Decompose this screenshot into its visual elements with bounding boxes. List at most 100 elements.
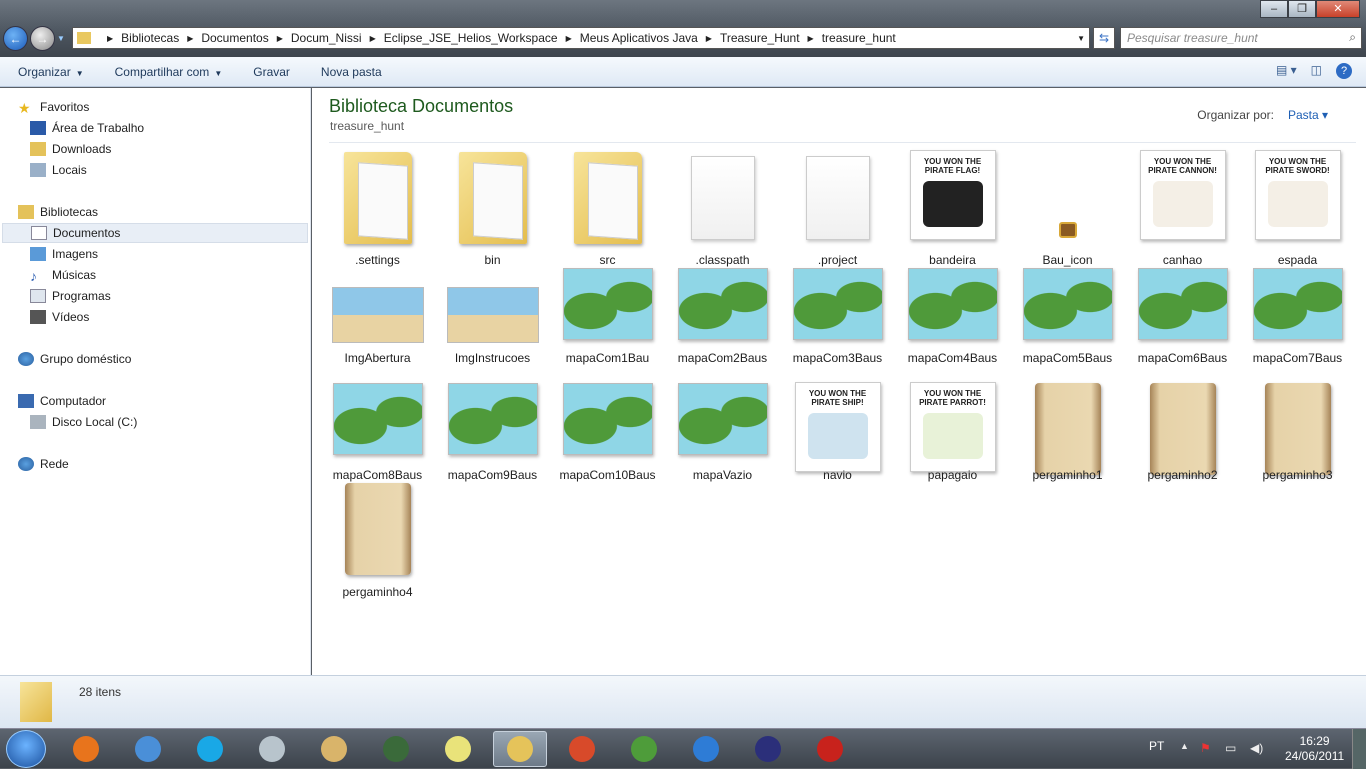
map-thumbnail (1137, 268, 1228, 340)
nav-music[interactable]: ♪ Músicas (30, 265, 96, 285)
nav-libraries[interactable]: Bibliotecas (18, 202, 98, 222)
nav-videos[interactable]: Vídeos (30, 307, 89, 327)
pirate-art-icon (807, 413, 868, 459)
skype-icon (197, 736, 223, 762)
maximize-button[interactable]: ❐ (1288, 0, 1316, 18)
breadcrumb-label: Docum_Nissi (290, 31, 362, 45)
organize-button[interactable]: Organizar ▼ (18, 65, 84, 79)
search-placeholder: Pesquisar treasure_hunt (1127, 31, 1258, 45)
gecko-icon (631, 736, 657, 762)
taskbar-itunes-button[interactable] (121, 731, 175, 767)
navigation-pane: ★ Favoritos Área de Trabalho Downloads Lo… (0, 88, 311, 675)
taskbar-eclipse-button[interactable] (741, 731, 795, 767)
item-count: 28 itens (79, 685, 122, 699)
breadcrumb-arrow-icon[interactable]: ▶ (107, 34, 113, 43)
nav-images[interactable]: Imagens (30, 244, 98, 264)
taskbar-terminal-button[interactable] (369, 731, 423, 767)
nav-computer[interactable]: Computador (18, 391, 106, 411)
thumbnail-caption: YOU WON THE PIRATE SHIP! (808, 389, 867, 407)
taskbar: PT ▲ ⚑ ▭ ◀) 16:29 24/06/2011 (0, 728, 1366, 769)
search-input[interactable]: Pesquisar treasure_hunt ⌕ (1120, 27, 1362, 49)
preview-pane-icon[interactable]: ◫ (1311, 63, 1322, 79)
file-name: espada (1277, 253, 1318, 267)
taskbar-globe-button[interactable] (555, 731, 609, 767)
show-hidden-icons-icon[interactable]: ▲ (1180, 741, 1189, 751)
file-list: Biblioteca Documentos treasure_hunt Orga… (312, 88, 1366, 675)
folder-icon (20, 682, 52, 722)
arrange-by-dropdown[interactable]: Pasta ▾ (1288, 108, 1328, 122)
nav-places[interactable]: Locais (30, 160, 87, 180)
nav-label: Documentos (53, 226, 121, 240)
breadcrumb-item[interactable]: ▶ Docum_Nissi (269, 31, 362, 45)
taskbar-paint-button[interactable] (307, 731, 361, 767)
nav-local-disk[interactable]: Disco Local (C:) (30, 412, 137, 432)
breadcrumb-arrow-icon[interactable]: ▶ (187, 34, 193, 43)
breadcrumb-arrow-icon[interactable]: ▶ (277, 34, 283, 43)
taskbar-firefox-button[interactable] (59, 731, 113, 767)
breadcrumb-item[interactable]: ▶ Meus Aplicativos Java (558, 31, 698, 45)
close-button[interactable]: ✕ (1316, 0, 1360, 18)
taskbar-adobe-reader-button[interactable] (803, 731, 857, 767)
pirate-art-icon (922, 181, 983, 227)
breadcrumb-arrow-icon[interactable]: ▶ (566, 34, 572, 43)
nav-programs[interactable]: Programas (30, 286, 111, 306)
folder-icon (77, 32, 91, 44)
nav-label: Programas (52, 289, 111, 303)
breadcrumb-item[interactable]: ▶ Treasure_Hunt (698, 31, 800, 45)
view-options-icon[interactable]: ▤ ▾ (1276, 63, 1297, 79)
nav-desktop[interactable]: Área de Trabalho (30, 118, 144, 138)
taskbar-internet-explorer-button[interactable] (679, 731, 733, 767)
image-thumbnail: YOU WON THE PIRATE PARROT! (909, 382, 996, 472)
taskbar-gecko-button[interactable] (617, 731, 671, 767)
file-name: .settings (355, 253, 400, 267)
taskbar-skype-button[interactable] (183, 731, 237, 767)
nav-documents[interactable]: Documentos (2, 223, 308, 243)
address-bar[interactable]: ▶ Bibliotecas ▶ Documentos ▶ Docum_Nissi ▶ Ecli… (72, 27, 1090, 49)
scene-thumbnail (331, 287, 424, 343)
star-icon: ★ (18, 100, 31, 116)
help-icon[interactable]: ? (1336, 63, 1352, 79)
breadcrumb-item[interactable]: ▶ treasure_hunt (800, 31, 896, 45)
action-center-flag-icon[interactable]: ⚑ (1200, 741, 1211, 755)
nav-downloads[interactable]: Downloads (30, 139, 111, 159)
map-thumbnail (562, 383, 653, 455)
forward-button[interactable]: → (30, 26, 55, 51)
address-dropdown-icon[interactable]: ▼ (1077, 34, 1085, 43)
refresh-button[interactable]: ⇆ (1093, 27, 1115, 49)
adobe-reader-icon (817, 736, 843, 762)
show-desktop-button[interactable] (1352, 729, 1366, 769)
nav-label: Grupo doméstico (40, 352, 132, 366)
globe-icon (569, 736, 595, 762)
file-name: canhao (1162, 253, 1203, 267)
new-folder-button[interactable]: Nova pasta (321, 65, 382, 79)
taskbar-windows-explorer-button[interactable] (493, 731, 547, 767)
start-button[interactable] (6, 730, 46, 768)
network-icon[interactable]: ▭ (1225, 741, 1236, 755)
command-bar: Organizar ▼ Compartilhar com ▼ Gravar Nova… (0, 57, 1366, 87)
breadcrumb-arrow-icon[interactable]: ▶ (706, 34, 712, 43)
nav-favorites[interactable]: ★ Favoritos (18, 97, 89, 117)
taskbar-calculator-button[interactable] (245, 731, 299, 767)
nav-label: Vídeos (52, 310, 90, 324)
breadcrumb-arrow-icon[interactable]: ▶ (808, 34, 814, 43)
recent-pages-chevron-icon[interactable]: ▼ (57, 34, 65, 43)
firefox-icon (73, 736, 99, 762)
breadcrumb-item[interactable]: ▶ Eclipse_JSE_Helios_Workspace (362, 31, 558, 45)
back-button[interactable]: ← (3, 26, 28, 51)
breadcrumb-item[interactable]: ▶ Documentos (179, 31, 269, 45)
nav-label: Locais (52, 163, 87, 177)
file-name: .project (817, 253, 858, 267)
taskbar-sticky-notes-button[interactable] (431, 731, 485, 767)
nav-homegroup[interactable]: Grupo doméstico (18, 349, 131, 369)
language-indicator[interactable]: PT (1149, 739, 1164, 753)
breadcrumb-arrow-icon[interactable]: ▶ (370, 34, 376, 43)
nav-network[interactable]: Rede (18, 454, 69, 474)
minimize-button[interactable]: – (1260, 0, 1288, 18)
breadcrumb-item[interactable]: ▶ Bibliotecas (99, 31, 179, 45)
clock[interactable]: 16:29 24/06/2011 (1285, 734, 1344, 764)
file-name: .classpath (695, 253, 750, 267)
share-button[interactable]: Compartilhar com ▼ (115, 65, 223, 79)
image-thumbnail: YOU WON THE PIRATE FLAG! (909, 150, 996, 240)
volume-icon[interactable]: ◀) (1250, 741, 1263, 755)
burn-button[interactable]: Gravar (253, 65, 290, 79)
